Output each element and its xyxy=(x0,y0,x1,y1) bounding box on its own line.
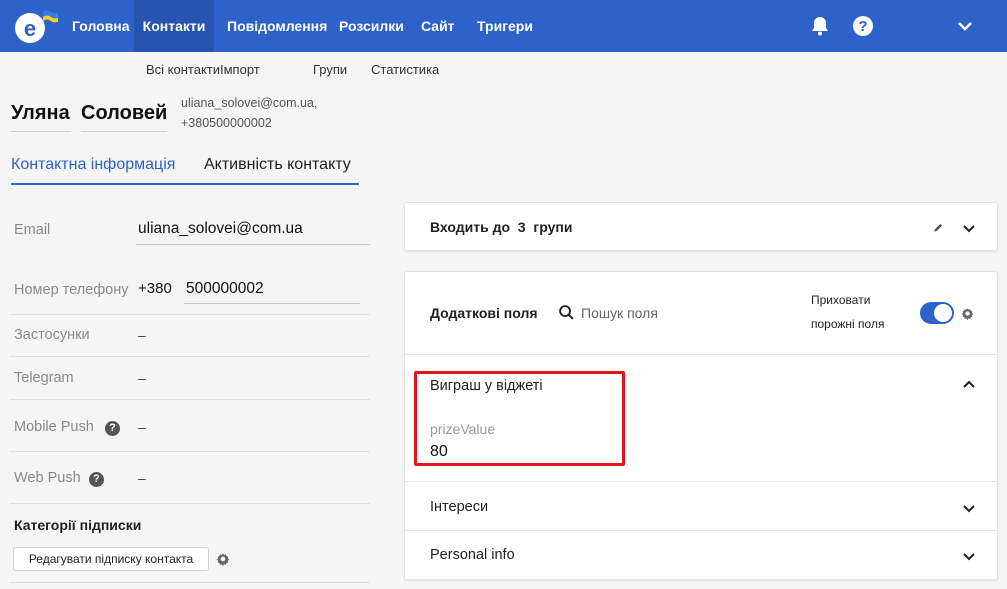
divider xyxy=(10,399,370,400)
subnav-groups[interactable]: Групи xyxy=(313,62,347,77)
esputnik-logo[interactable]: e xyxy=(8,6,58,46)
chevron-down-icon[interactable] xyxy=(963,505,975,513)
apps-value: – xyxy=(138,327,146,343)
groups-summary: Входить до 3 групи xyxy=(430,219,573,235)
chevron-up-icon[interactable] xyxy=(963,380,975,388)
search-icon[interactable] xyxy=(558,304,575,321)
pencil-icon[interactable] xyxy=(933,222,944,233)
phone-number-field[interactable]: 500000002 xyxy=(186,280,264,298)
divider xyxy=(10,451,370,452)
svg-text:e: e xyxy=(24,16,36,41)
section-title-personal-info[interactable]: Personal info xyxy=(430,547,515,563)
divider xyxy=(10,356,370,357)
mobile-push-value: – xyxy=(138,419,146,435)
gear-icon[interactable] xyxy=(216,552,230,566)
groups-card: Входить до 3 групи xyxy=(404,202,998,251)
first-name[interactable]: Уляна xyxy=(11,102,71,132)
bell-icon[interactable] xyxy=(808,14,832,38)
phone-field-underline xyxy=(184,303,360,304)
tab-contact-info[interactable]: Контактна інформація xyxy=(11,156,175,185)
hide-empty-label: Приховати xyxy=(811,293,871,307)
divider xyxy=(405,354,997,355)
section-title-interests[interactable]: Інтереси xyxy=(430,499,488,515)
divider xyxy=(10,503,370,504)
nav-item-triggers[interactable]: Тригери xyxy=(477,0,533,52)
phone-code-select[interactable]: +380 xyxy=(138,280,172,297)
hide-empty-toggle[interactable] xyxy=(920,302,954,324)
svg-text:?: ? xyxy=(858,18,867,35)
hide-empty-label-2: порожні поля xyxy=(811,317,885,331)
tabs-underline xyxy=(11,183,359,185)
chevron-down-icon[interactable] xyxy=(963,225,975,233)
email-label: Email xyxy=(14,222,51,238)
header-email: uliana_solovei@com.ua, xyxy=(181,96,318,110)
subscription-categories-title: Категорії підписки xyxy=(14,517,142,533)
email-field-underline xyxy=(136,244,370,245)
search-field-input[interactable]: Пошук поля xyxy=(581,305,658,321)
subnav-all-contacts[interactable]: Всі контакти xyxy=(146,62,220,77)
chevron-down-icon[interactable] xyxy=(963,553,975,561)
nav-item-site[interactable]: Сайт xyxy=(421,0,455,52)
web-push-value: – xyxy=(138,470,146,486)
toggle-knob xyxy=(934,304,952,322)
gear-icon[interactable] xyxy=(961,307,974,320)
edit-subscription-button[interactable]: Редагувати підписку контакта xyxy=(13,547,209,571)
web-push-label: Web Push xyxy=(14,470,81,486)
groups-count: 3 xyxy=(517,219,526,235)
mobile-push-label: Mobile Push xyxy=(14,419,94,435)
nav-item-contacts[interactable]: Контакти xyxy=(134,0,214,52)
divider xyxy=(405,481,997,482)
subnav-import[interactable]: Імпорт xyxy=(220,62,260,77)
extra-fields-title: Додаткові поля xyxy=(430,305,538,321)
nav-item-home[interactable]: Головна xyxy=(72,0,130,52)
header-phone: +380500000002 xyxy=(181,116,272,130)
question-icon[interactable]: ? xyxy=(105,421,120,436)
divider xyxy=(10,582,370,583)
nav-item-messages[interactable]: Повідомлення xyxy=(227,0,327,52)
apps-label: Застосунки xyxy=(14,327,90,343)
email-field[interactable]: uliana_solovei@com.ua xyxy=(138,220,303,238)
divider xyxy=(405,530,997,531)
divider xyxy=(10,314,370,315)
subnav-statistics[interactable]: Статистика xyxy=(371,62,439,77)
help-icon[interactable]: ? xyxy=(851,14,875,38)
top-navigation: e Головна Контакти Повідомлення Розсилки… xyxy=(0,0,1007,52)
highlight-box xyxy=(414,371,625,466)
telegram-value: – xyxy=(138,370,146,386)
telegram-label: Telegram xyxy=(14,370,74,386)
nav-item-campaigns[interactable]: Розсилки xyxy=(339,0,404,52)
phone-label: Номер телефону xyxy=(14,282,129,298)
chevron-down-icon[interactable] xyxy=(953,14,977,38)
question-icon[interactable]: ? xyxy=(89,472,104,487)
tab-contact-activity[interactable]: Активність контакту xyxy=(204,156,351,185)
last-name[interactable]: Соловей xyxy=(81,102,167,132)
